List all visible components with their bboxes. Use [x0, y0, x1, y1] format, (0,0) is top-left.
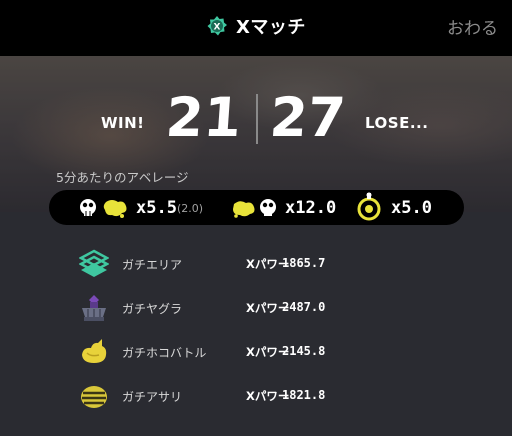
- svg-text:X: X: [214, 23, 221, 33]
- power-value: 2145.8: [282, 344, 326, 358]
- lose-count: 27: [267, 86, 348, 149]
- rainmaker-icon: [82, 339, 107, 363]
- power-value: 1821.8: [282, 388, 326, 402]
- power-value: 1865.7: [282, 256, 326, 270]
- score-divider: [256, 94, 258, 144]
- win-label: WIN!: [101, 114, 145, 132]
- mode-row-splat-zones: ガチエリア Xパワー 1865.7: [0, 245, 512, 285]
- clam-blitz-icon: [81, 386, 107, 408]
- lose-label: LOSE...: [365, 114, 429, 132]
- win-count: 21: [163, 86, 244, 149]
- mode-row-tower-control: ガチヤグラ Xパワー 2487.0: [0, 289, 512, 329]
- special-icon: [357, 192, 381, 221]
- mode-name: ガチアサリ: [122, 390, 183, 404]
- average-label: 5分あたりのアベレージ: [56, 170, 189, 185]
- close-button[interactable]: おわる: [447, 14, 498, 39]
- mode-name: ガチホコバトル: [122, 346, 207, 360]
- mode-name: ガチエリア: [122, 258, 183, 272]
- power-value: 2487.0: [282, 300, 326, 314]
- death-icon: [233, 199, 276, 218]
- kill-assist-value: x5.5: [136, 198, 177, 218]
- splat-zones-icon: [79, 249, 109, 277]
- death-value: x12.0: [285, 198, 337, 218]
- top-bar: X Xマッチ おわる: [0, 0, 512, 56]
- assist-note: (2.0): [177, 202, 204, 215]
- mode-row-rainmaker: ガチホコバトル Xパワー 2145.8: [0, 333, 512, 373]
- kill-assist-icon: [80, 199, 127, 218]
- mode-name: ガチヤグラ: [122, 302, 183, 316]
- header-title-group: X Xマッチ: [206, 12, 306, 40]
- mode-row-clam-blitz: ガチアサリ Xパワー 1821.8: [0, 377, 512, 417]
- special-value: x5.0: [391, 198, 432, 218]
- page-title: Xマッチ: [236, 17, 306, 38]
- x-rank-badge-icon: X: [207, 16, 227, 36]
- tower-control-icon: [82, 295, 106, 321]
